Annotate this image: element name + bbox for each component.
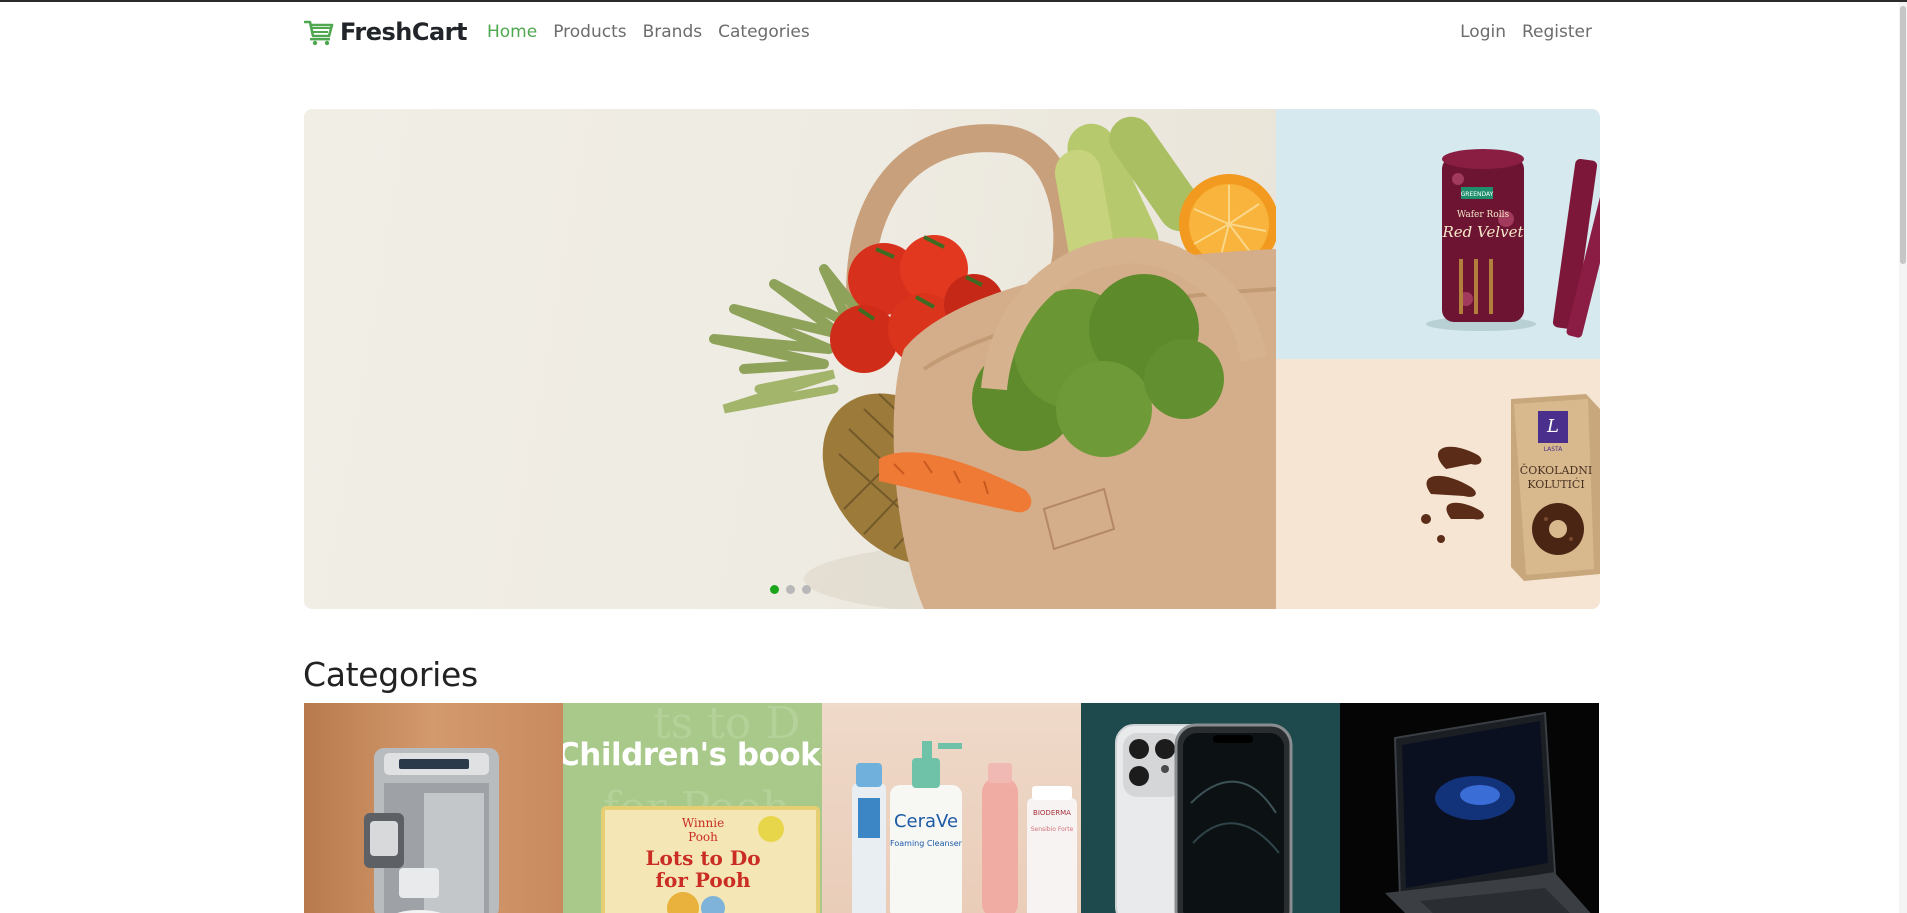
skincare-products-image: CeraVe Foaming Cleanser BIODERMA Sensibi… <box>852 741 1077 913</box>
side-banner-wafer-rolls[interactable]: GREENDAY Wafer Rolls Red Velvet <box>1276 109 1600 359</box>
lasta-logo-letter: L <box>1546 416 1559 437</box>
page-scrollbar[interactable] <box>1899 2 1907 913</box>
bioderma-brand: BIODERMA <box>1033 809 1071 817</box>
brand-logo[interactable]: FreshCart <box>304 18 467 46</box>
category-card-electronics-appliances[interactable] <box>304 703 563 913</box>
chocolate-cookies-image: L LASTA ČOKOLADNI KOLUTIĆI <box>1421 394 1600 581</box>
main-nav: Home Products Brands Categories <box>487 22 810 42</box>
chocolate-line3: KOLUTIĆI <box>1527 477 1584 491</box>
chocolate-line1: LASTA <box>1544 446 1564 453</box>
scrollbar-thumb[interactable] <box>1900 6 1906 264</box>
side-banner-chocolate-rings[interactable]: L LASTA ČOKOLADNI KOLUTIĆI <box>1276 359 1600 609</box>
wafer-brand-tag: GREENDAY <box>1461 191 1494 198</box>
main-slider[interactable] <box>304 109 1276 609</box>
book-cover-line1: Winnie <box>682 816 724 830</box>
slide-dot-2[interactable] <box>786 585 795 594</box>
category-card-beauty[interactable]: CeraVe Foaming Cleanser BIODERMA Sensibi… <box>822 703 1081 913</box>
slide-dot-3[interactable] <box>802 585 811 594</box>
nav-brands-link[interactable]: Brands <box>643 22 703 42</box>
book-title-line2: for Pooh <box>655 868 751 892</box>
nav-categories-link[interactable]: Categories <box>718 22 810 42</box>
slide-dot-1[interactable] <box>770 585 779 594</box>
wafer-line2: Red Velvet <box>1441 223 1524 241</box>
cerave-brand: CeraVe <box>894 811 958 832</box>
categories-slider: ts to D for Pooh Winnie Pooh Lots to Do … <box>304 703 1599 913</box>
category-card-mobiles[interactable] <box>1081 703 1340 913</box>
wafer-line1: Wafer Rolls <box>1457 210 1510 220</box>
auth-nav: Login Register <box>1460 22 1592 42</box>
login-link[interactable]: Login <box>1460 22 1506 42</box>
nav-home-link[interactable]: Home <box>487 22 537 42</box>
chocolate-line2: ČOKOLADNI <box>1520 463 1592 477</box>
slider-dots <box>770 585 811 594</box>
book-title-line1: Lots to Do <box>645 846 760 870</box>
shopping-cart-icon <box>304 20 334 46</box>
window-top-border <box>0 0 1907 2</box>
smartphones-image <box>1115 723 1293 913</box>
register-link[interactable]: Register <box>1522 22 1592 42</box>
books-banner-text: Children's books <box>563 737 822 773</box>
navbar: FreshCart Home Products Brands Categorie… <box>304 14 1600 52</box>
bioderma-product: Sensibio Forte <box>1031 826 1074 833</box>
childrens-book-image: ts to D for Pooh Winnie Pooh Lots to Do … <box>601 703 820 913</box>
coffee-machine-image <box>364 748 499 913</box>
grocery-bag-image <box>709 116 1276 609</box>
category-card-books[interactable]: ts to D for Pooh Winnie Pooh Lots to Do … <box>563 703 822 913</box>
brand-name: FreshCart <box>340 18 467 46</box>
wafer-rolls-image: GREENDAY Wafer Rolls Red Velvet <box>1426 149 1600 338</box>
nav-products-link[interactable]: Products <box>553 22 626 42</box>
book-cover-line2: Pooh <box>688 830 718 844</box>
hero-section: GREENDAY Wafer Rolls Red Velvet L LASTA … <box>304 109 1600 609</box>
categories-heading: Categories <box>303 655 478 694</box>
cerave-product: Foaming Cleanser <box>890 839 963 848</box>
laptop-image <box>1385 711 1591 913</box>
category-card-laptops[interactable] <box>1340 703 1599 913</box>
